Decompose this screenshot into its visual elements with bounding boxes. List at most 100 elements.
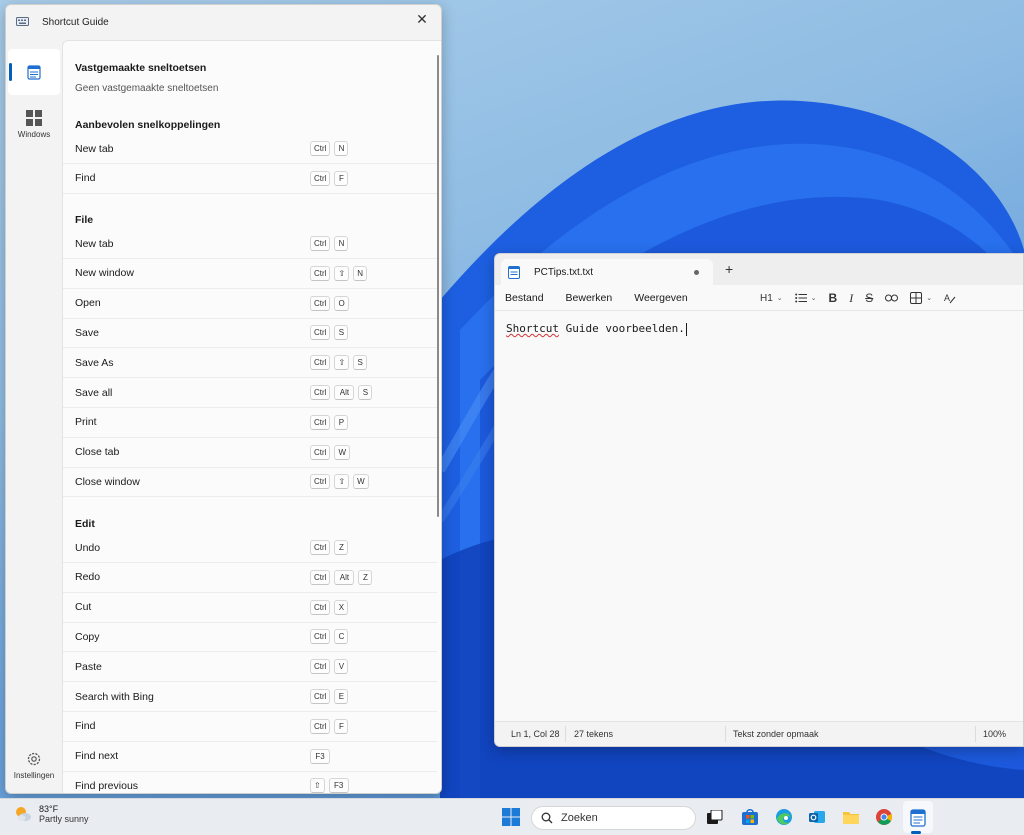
shortcut-row[interactable]: New tab Ctrl N	[63, 134, 437, 164]
shortcut-row[interactable]: Paste Ctrl V	[63, 652, 437, 683]
outlook-icon	[809, 811, 825, 823]
keycap: Ctrl	[310, 540, 331, 555]
edge-button[interactable]	[772, 805, 796, 829]
edge-browser-icon	[776, 809, 792, 825]
notepad-taskbar-button[interactable]	[906, 805, 930, 829]
pinned-empty-text: Geen vastgemaakte sneltoetsen	[75, 83, 219, 94]
keycap: Alt	[334, 569, 355, 585]
notepad-editor[interactable]: Shortcut Guide voorbeelden.	[495, 312, 1023, 723]
menu-weergeven[interactable]: Weergeven	[634, 292, 688, 304]
chrome-button[interactable]	[872, 805, 896, 829]
status-format[interactable]: Tekst zonder opmaak	[733, 729, 819, 739]
shortcut-label: Save all	[75, 386, 113, 399]
keycap: N	[353, 265, 368, 281]
bold-button[interactable]: B	[829, 291, 838, 305]
shortcut-row[interactable]: Save As Ctrl ⇧ S	[63, 348, 437, 379]
shortcut-label: Open	[75, 297, 101, 310]
shortcut-row[interactable]: Find Ctrl F	[63, 712, 437, 742]
keycap: Ctrl	[310, 141, 331, 156]
shortcut-row[interactable]: Save Ctrl S	[63, 318, 437, 349]
shortcut-row[interactable]: Cut Ctrl X	[63, 593, 437, 623]
shortcut-row[interactable]: Print Ctrl P	[63, 408, 437, 438]
keycap: Ctrl	[310, 265, 331, 281]
shortcut-row[interactable]: Find previous ⇧ F3	[63, 771, 437, 793]
list-icon	[794, 293, 807, 303]
rail-label-windows: Windows	[17, 129, 51, 139]
shortcut-row[interactable]: Save all Ctrl Alt S	[63, 378, 437, 408]
weather-description: Partly sunny	[39, 814, 89, 824]
notepad-tab[interactable]: PCTips.txt.txt	[501, 259, 713, 285]
task-view-button[interactable]	[703, 805, 727, 829]
shortcut-row[interactable]: Find Ctrl F	[63, 164, 437, 194]
notepad-icon	[508, 266, 520, 279]
outlook-button[interactable]	[805, 805, 829, 829]
status-divider	[725, 726, 726, 742]
keycap: ⇧	[310, 778, 325, 793]
weather-widget[interactable]: 83°F Partly sunny	[13, 804, 89, 824]
chevron-down-icon: ⌄	[810, 295, 817, 302]
shortcut-row[interactable]: Copy Ctrl C	[63, 622, 437, 653]
taskbar-search[interactable]: Zoeken	[531, 806, 696, 830]
menu-bestand[interactable]: Bestand	[505, 292, 544, 304]
close-icon[interactable]: ✕	[411, 9, 433, 29]
shortcut-keys: Ctrl ⇧ N	[310, 265, 368, 281]
keycap: Z	[358, 569, 373, 585]
status-zoom[interactable]: 100%	[983, 729, 1006, 739]
keycap: V	[334, 659, 349, 675]
shortcut-row[interactable]: Open Ctrl O	[63, 289, 437, 319]
shortcut-row[interactable]: Undo Ctrl Z	[63, 533, 437, 563]
shortcut-label: Close tab	[75, 446, 120, 459]
shortcut-row[interactable]: Redo Ctrl Alt Z	[63, 563, 437, 593]
shortcut-keys: Ctrl Z	[310, 540, 349, 555]
table-dropdown[interactable]: ⌄	[910, 292, 932, 304]
table-icon	[910, 292, 923, 304]
keycap: E	[334, 689, 349, 704]
keycap: Ctrl	[310, 569, 331, 585]
rail-item-windows[interactable]: Windows	[8, 101, 60, 147]
shortcut-keys: Ctrl F	[310, 170, 349, 186]
keycap: ⇧	[334, 355, 350, 371]
pinned-heading: Vastgemaakte sneltoetsen	[75, 62, 207, 74]
rail-item-settings[interactable]: Instellingen	[8, 742, 60, 788]
shortcut-label: New tab	[75, 142, 114, 155]
keycap: Ctrl	[310, 474, 331, 490]
editor-text-rest: Guide voorbeelden.	[558, 322, 685, 335]
keycap: N	[334, 141, 349, 156]
new-tab-plus-icon[interactable]: +	[725, 261, 733, 277]
strikethrough-button[interactable]: S	[865, 291, 873, 305]
shortcut-row[interactable]: New window Ctrl ⇧ N	[63, 259, 437, 289]
keycap: Ctrl	[310, 295, 331, 311]
shortcut-row[interactable]: New tab Ctrl N	[63, 229, 437, 259]
keycap: Ctrl	[310, 414, 331, 430]
store-button[interactable]	[738, 805, 762, 829]
scrollbar[interactable]	[437, 55, 439, 517]
editor-text: Shortcut Guide voorbeelden.	[506, 322, 687, 336]
shortcut-keys: Ctrl N	[310, 141, 349, 156]
folder-icon	[843, 812, 859, 824]
taskbar: 83°F Partly sunny Zoeken	[0, 798, 1024, 835]
shortcut-row[interactable]: Find next F3	[63, 742, 437, 772]
unsaved-dot-icon[interactable]	[694, 269, 699, 275]
rail-item-notepad[interactable]	[8, 49, 60, 95]
italic-button[interactable]: I	[849, 291, 853, 306]
text-caret	[685, 322, 687, 336]
weather-temperature: 83°F	[39, 804, 59, 814]
link-button[interactable]	[885, 294, 899, 302]
windows-grid-icon	[26, 109, 42, 126]
shortcut-row[interactable]: Search with Bing Ctrl E	[63, 682, 437, 712]
keycap: F3	[310, 748, 330, 764]
search-icon	[541, 812, 553, 824]
menu-bewerken[interactable]: Bewerken	[566, 292, 613, 304]
file-explorer-button[interactable]	[839, 805, 863, 829]
shortcut-label: Redo	[75, 571, 101, 584]
start-button[interactable]	[499, 805, 523, 829]
shortcut-keys: Ctrl V	[310, 659, 349, 675]
shortcut-keys: Ctrl ⇧ W	[310, 474, 369, 490]
shortcut-keys: Ctrl N	[310, 236, 349, 251]
list-dropdown[interactable]: ⌄	[794, 293, 817, 303]
shortcut-row[interactable]: Close window Ctrl ⇧ W	[63, 467, 437, 498]
spelling-error-word: Shortcut	[506, 322, 559, 335]
heading-dropdown[interactable]: H1 ⌄	[760, 293, 783, 304]
shortcut-row[interactable]: Close tab Ctrl W	[63, 438, 437, 468]
clear-formatting-button[interactable]: A	[944, 292, 956, 304]
